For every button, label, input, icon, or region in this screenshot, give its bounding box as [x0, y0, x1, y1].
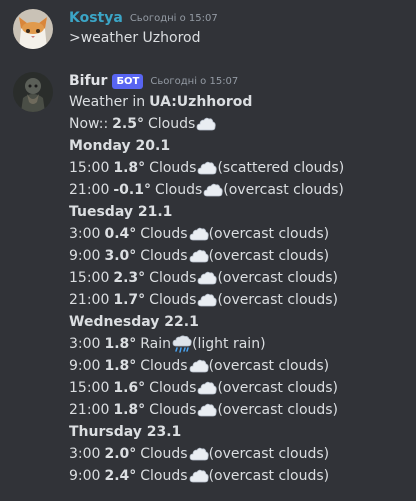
- forecast-condition: Clouds: [149, 270, 197, 286]
- cloud-icon: [197, 291, 218, 309]
- forecast-row: 15:00 2.3° Clouds (overcast clouds): [69, 267, 344, 289]
- cloud-icon: [197, 401, 218, 419]
- forecast-temp: 1.6°: [113, 380, 146, 396]
- forecast-temp: 2.4°: [104, 468, 137, 484]
- forecast-description: (overcast clouds): [208, 358, 330, 374]
- forecast-time: 9:00: [69, 248, 101, 264]
- cloud-icon: [203, 181, 223, 199]
- forecast-condition: Rain: [140, 336, 172, 352]
- weather-title: Weather in UA:Uzhhorod: [69, 91, 344, 113]
- forecast-temp: 0.4°: [104, 226, 137, 242]
- cloud-icon: [189, 247, 209, 265]
- timestamp: Сьогодні о 15:07: [150, 75, 239, 87]
- forecast-time: 21:00: [69, 182, 110, 198]
- forecast-description: (overcast clouds): [208, 446, 330, 462]
- forecast-row: 9:00 1.8° Clouds (overcast clouds): [69, 355, 344, 377]
- forecast-condition: Clouds: [154, 182, 203, 198]
- day-heading: Thursday 23.1: [69, 424, 182, 440]
- forecast-description: (overcast clouds): [217, 270, 339, 286]
- bot-badge: БОТ: [112, 73, 144, 89]
- avatar-bifur[interactable]: [13, 72, 53, 112]
- forecast-condition: Clouds: [140, 446, 188, 462]
- forecast-temp: -0.1°: [113, 182, 151, 198]
- forecast-temp: 1.8°: [104, 358, 137, 374]
- dwarf-avatar-icon: [13, 72, 53, 112]
- message-header-bifur: Bifur БОТ Сьогодні о 15:07: [69, 71, 238, 91]
- message-content-kostya: >weather Uzhorod: [69, 27, 201, 49]
- forecast-row: 21:00 1.8° Clouds (overcast clouds): [69, 399, 344, 421]
- cat-avatar-icon: [13, 9, 53, 49]
- forecast-time: 9:00: [69, 358, 101, 374]
- now-label: Now::: [69, 116, 109, 132]
- now-cond: Clouds: [147, 116, 196, 132]
- message-content-bifur: Weather in UA:Uzhhorod Now:: 2.5° Clouds Mo…: [69, 91, 344, 487]
- forecast-time: 3:00: [69, 336, 101, 352]
- forecast-condition: Clouds: [140, 226, 188, 242]
- forecast-description: (overcast clouds): [223, 182, 344, 198]
- username-kostya[interactable]: Kostya: [69, 10, 123, 26]
- forecast-time: 21:00: [69, 402, 110, 418]
- cloud-icon: [197, 269, 218, 287]
- forecast-row: 3:00 0.4° Clouds (overcast clouds): [69, 223, 344, 245]
- forecast-description: (overcast clouds): [208, 226, 330, 242]
- forecast-condition: Clouds: [149, 160, 197, 176]
- timestamp: Сьогодні о 15:07: [129, 12, 218, 24]
- forecast-time: 21:00: [69, 292, 110, 308]
- forecast-time: 9:00: [69, 468, 101, 484]
- forecast-description: (light rain): [192, 336, 266, 352]
- title-location: UA:Uzhhorod: [149, 94, 253, 110]
- forecast-row: 3:00 1.8° Rain (light rain): [69, 333, 344, 355]
- forecast-condition: Clouds: [140, 358, 188, 374]
- forecast-description: (overcast clouds): [217, 402, 339, 418]
- cloud-icon: [197, 379, 218, 397]
- rain-cloud-icon: [172, 335, 192, 353]
- cloud-icon: [197, 159, 218, 177]
- forecast-temp: 2.3°: [113, 270, 146, 286]
- forecast-time: 3:00: [69, 226, 101, 242]
- cloud-icon: [189, 467, 209, 485]
- forecast-temp: 1.7°: [113, 292, 146, 308]
- username-bifur[interactable]: Bifur: [69, 73, 107, 89]
- forecast-row: 15:00 1.8° Clouds (scattered clouds): [69, 157, 344, 179]
- forecast-description: (overcast clouds): [208, 468, 330, 484]
- forecast-temp: 1.8°: [113, 402, 146, 418]
- cloud-icon: [196, 115, 216, 133]
- now-temp: 2.5°: [112, 116, 144, 132]
- forecast-temp: 3.0°: [104, 248, 137, 264]
- forecast-time: 15:00: [69, 380, 110, 396]
- current-weather: Now:: 2.5° Clouds: [69, 113, 344, 135]
- forecast-temp: 2.0°: [104, 446, 137, 462]
- forecast-description: (overcast clouds): [208, 248, 330, 264]
- cloud-icon: [189, 225, 209, 243]
- forecast-temp: 1.8°: [104, 336, 137, 352]
- cloud-icon: [189, 445, 209, 463]
- forecast-row: 15:00 1.6° Clouds (overcast clouds): [69, 377, 344, 399]
- forecast-row: 9:00 3.0° Clouds (overcast clouds): [69, 245, 344, 267]
- day-heading: Tuesday 21.1: [69, 204, 173, 220]
- forecast-condition: Clouds: [140, 248, 188, 264]
- day-heading: Monday 20.1: [69, 138, 171, 154]
- forecast-condition: Clouds: [149, 380, 197, 396]
- forecast-row: 3:00 2.0° Clouds (overcast clouds): [69, 443, 344, 465]
- forecast-description: (overcast clouds): [217, 292, 339, 308]
- forecast-time: 15:00: [69, 270, 110, 286]
- forecast-description: (overcast clouds): [217, 380, 339, 396]
- forecast-row: 21:00 1.7° Clouds (overcast clouds): [69, 289, 344, 311]
- forecast-condition: Clouds: [149, 402, 197, 418]
- title-prefix: Weather in: [69, 94, 146, 110]
- forecast-row: 9:00 2.4° Clouds (overcast clouds): [69, 465, 344, 487]
- message-header-kostya: Kostya Сьогодні о 15:07: [69, 8, 218, 28]
- cloud-icon: [189, 357, 209, 375]
- message-text: >weather Uzhorod: [69, 30, 201, 46]
- forecast-time: 15:00: [69, 160, 110, 176]
- forecast-temp: 1.8°: [113, 160, 146, 176]
- forecast-time: 3:00: [69, 446, 101, 462]
- forecast-description: (scattered clouds): [217, 160, 345, 176]
- avatar-kostya[interactable]: [13, 9, 53, 49]
- forecast-row: 21:00 -0.1° Clouds (overcast clouds): [69, 179, 344, 201]
- forecast-condition: Clouds: [140, 468, 188, 484]
- forecast-condition: Clouds: [149, 292, 197, 308]
- day-heading: Wednesday 22.1: [69, 314, 199, 330]
